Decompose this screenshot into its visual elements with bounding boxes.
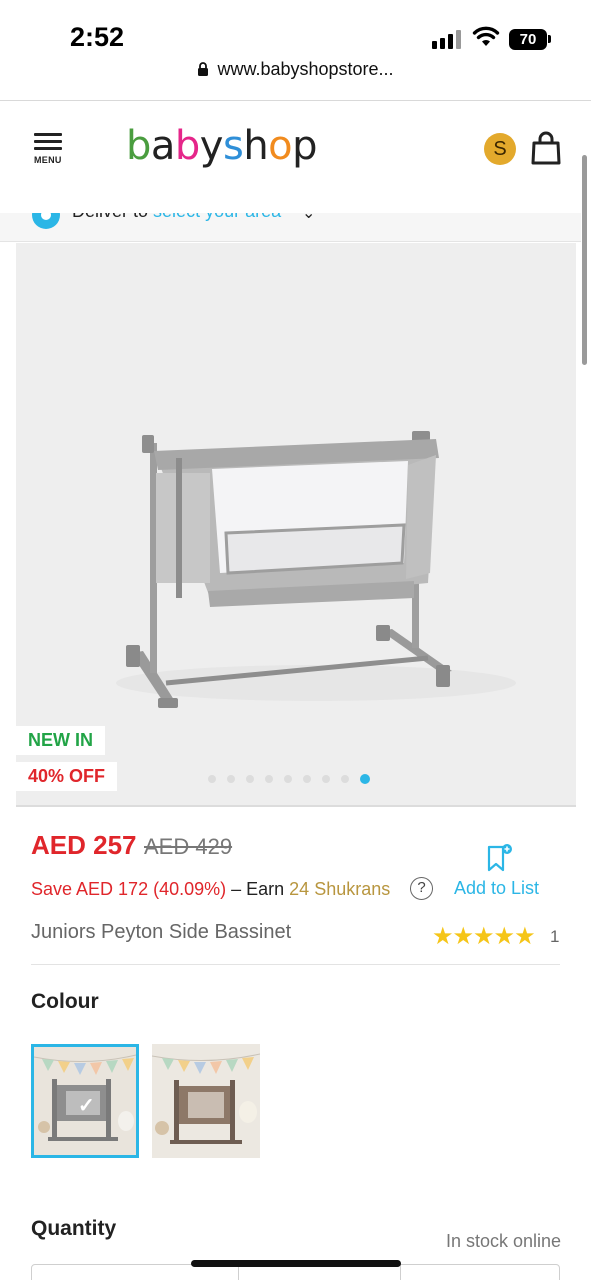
carousel-dot[interactable]: [246, 775, 254, 783]
cellular-signal-icon: [432, 29, 462, 49]
deliver-to-text: Deliver to select your area: [72, 213, 281, 222]
swatch-image-brown: [152, 1044, 260, 1158]
shukran-icon[interactable]: S: [484, 133, 516, 165]
quantity-separator: [400, 1265, 401, 1280]
page-scrollbar[interactable]: [582, 155, 587, 365]
wifi-icon: [472, 26, 500, 46]
logo-letter: a: [150, 123, 176, 169]
carousel-dot[interactable]: [284, 775, 292, 783]
select-area-link[interactable]: select your area: [153, 213, 281, 221]
quantity-heading: Quantity: [31, 1217, 117, 1240]
logo-letter: o: [268, 123, 293, 169]
add-to-list-button[interactable]: Add to List: [454, 878, 539, 899]
original-price: AED 429: [144, 834, 233, 859]
selected-check-icon: ✓: [78, 1095, 95, 1117]
carousel-dot[interactable]: [303, 775, 311, 783]
site-header: MENU babyshop S: [0, 101, 591, 213]
section-divider: [31, 964, 560, 965]
bookmark-add-icon[interactable]: [486, 843, 514, 873]
logo-letter: y: [199, 123, 224, 169]
colour-heading: Colour: [31, 990, 99, 1013]
carousel-dot[interactable]: [360, 774, 370, 784]
rating-count[interactable]: 1: [550, 927, 559, 947]
logo-letter: s: [222, 123, 244, 169]
new-in-badge: NEW IN: [16, 726, 105, 755]
help-icon[interactable]: ?: [410, 877, 433, 900]
rating-stars[interactable]: ★★★★★: [432, 922, 536, 951]
shukrans-text: 24 Shukrans: [289, 879, 391, 899]
carousel-dot[interactable]: [322, 775, 330, 783]
menu-button[interactable]: MENU: [32, 133, 66, 167]
menu-label: MENU: [34, 155, 62, 165]
colour-swatch-brown[interactable]: [152, 1044, 260, 1158]
battery-icon: 70: [509, 29, 547, 50]
address-bar[interactable]: www.babyshopstore...: [0, 58, 591, 100]
earn-text: – Earn: [226, 879, 290, 899]
logo-letter: b: [174, 123, 200, 169]
discount-badge: 40% OFF: [16, 762, 118, 791]
product-image-bassinet: [116, 431, 516, 708]
shopping-bag-icon[interactable]: [530, 131, 562, 165]
logo-letter: h: [243, 123, 269, 169]
carousel-dot[interactable]: [265, 775, 273, 783]
carousel-dot[interactable]: [341, 775, 349, 783]
product-name: Juniors Peyton Side Bassinet: [31, 921, 292, 943]
lock-icon: [198, 62, 209, 77]
chevron-down-icon: ⌄: [302, 213, 316, 222]
savings-line: Save AED 172 (40.09%) – Earn 24 Shukrans: [31, 879, 390, 900]
gallery-divider: [16, 805, 576, 807]
current-price: AED 257: [31, 830, 137, 860]
deliver-to-bar[interactable]: Deliver to select your area ⌄: [0, 213, 581, 242]
battery-tip: [548, 35, 551, 43]
stock-status: In stock online: [446, 1231, 562, 1251]
status-bar: 2:52 70: [0, 0, 591, 58]
logo-letter: b: [126, 123, 151, 169]
status-time: 2:52: [70, 22, 125, 52]
colour-swatch-grey[interactable]: ✓: [31, 1044, 139, 1158]
carousel-dot[interactable]: [227, 775, 235, 783]
home-indicator[interactable]: [191, 1260, 401, 1267]
quantity-separator: [238, 1265, 239, 1280]
product-image-gallery[interactable]: NEW IN 40% OFF: [16, 243, 576, 805]
babyshop-logo[interactable]: babyshop: [126, 123, 318, 169]
deliver-label: Deliver to: [72, 213, 148, 221]
carousel-dot[interactable]: [208, 775, 216, 783]
logo-letter: p: [292, 123, 318, 169]
url-text: www.babyshopstore...: [217, 58, 394, 79]
location-pin-icon: [32, 213, 60, 229]
savings-text: Save AED 172 (40.09%): [31, 879, 227, 899]
